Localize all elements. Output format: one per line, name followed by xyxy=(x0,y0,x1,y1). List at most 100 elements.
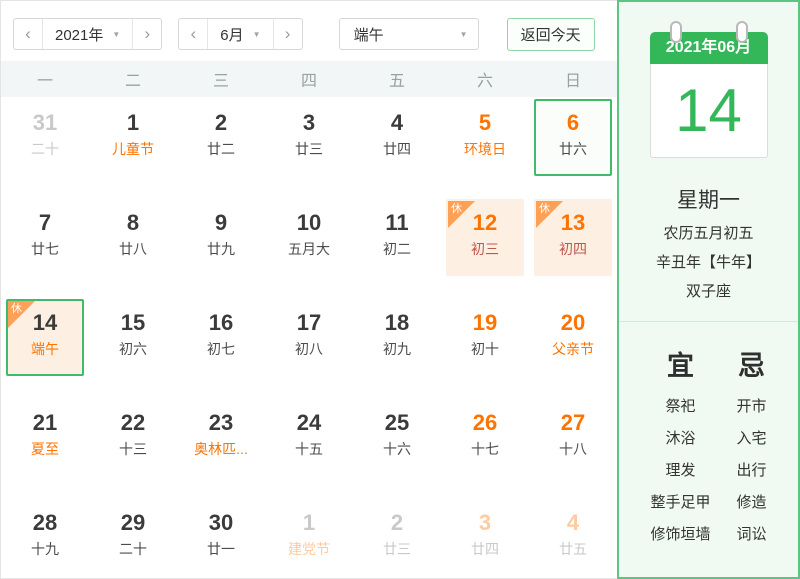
day-lunar-label: 初二 xyxy=(360,240,434,258)
day-cell[interactable]: 20父亲节 xyxy=(529,297,617,397)
day-cell[interactable]: 17 初八 xyxy=(265,297,353,397)
day-number: 3 xyxy=(448,510,522,536)
suitable-item: 沐浴 xyxy=(650,423,710,455)
day-cell[interactable]: 9 廿九 xyxy=(177,197,265,297)
day-lunar-label: 初六 xyxy=(96,340,170,358)
day-lunar-label: 初四 xyxy=(536,240,610,258)
year-select[interactable]: 2021年 ▼ xyxy=(43,19,132,49)
day-cell[interactable]: 休12初三 xyxy=(441,197,529,297)
day-cell[interactable]: 8廿八 xyxy=(89,197,177,297)
day-number: 11 xyxy=(360,210,434,236)
day-cell[interactable]: 5环境日 xyxy=(441,97,529,197)
avoid-item: 入宅 xyxy=(737,423,767,455)
day-cell[interactable]: 28 十九 xyxy=(1,497,89,579)
month-value: 6月 xyxy=(220,24,243,45)
day-lunar-label: 廿四 xyxy=(360,140,434,158)
month-select[interactable]: 6月 ▼ xyxy=(208,19,272,49)
day-cell[interactable]: 18初九 xyxy=(353,297,441,397)
card-day-number: 14 xyxy=(650,64,768,158)
day-cell[interactable]: 27十八 xyxy=(529,397,617,497)
day-number: 4 xyxy=(360,110,434,136)
day-cell[interactable]: 11 初二 xyxy=(353,197,441,297)
suitable-item: 整手足甲 xyxy=(650,487,710,519)
day-number: 21 xyxy=(8,410,82,436)
day-lunar-label: 建党节 xyxy=(272,540,346,558)
day-cell[interactable]: 4廿五 xyxy=(529,497,617,579)
day-cell[interactable]: 休14端午 xyxy=(1,297,89,397)
day-cell[interactable]: 2廿二 xyxy=(177,97,265,197)
day-number: 25 xyxy=(360,410,434,436)
month-selector: ‹ 6月 ▼ › xyxy=(178,18,302,50)
day-number: 15 xyxy=(96,310,170,336)
suitable-column: 宜 祭祀沐浴理发整手足甲修饰垣墙 xyxy=(650,344,710,551)
day-cell[interactable]: 16初七 xyxy=(177,297,265,397)
day-cell[interactable]: 22十三 xyxy=(89,397,177,497)
day-lunar-label: 十七 xyxy=(448,440,522,458)
chevron-right-icon: › xyxy=(144,24,150,44)
festival-select[interactable]: 端午 ▼ xyxy=(339,18,479,50)
day-cell[interactable]: 24十五 xyxy=(265,397,353,497)
day-lunar-label: 十九 xyxy=(8,540,82,558)
chevron-down-icon: ▼ xyxy=(460,30,468,39)
day-number: 27 xyxy=(536,410,610,436)
day-cell[interactable]: 15 初六 xyxy=(89,297,177,397)
suitable-items: 祭祀沐浴理发整手足甲修饰垣墙 xyxy=(650,391,710,551)
day-cell[interactable]: 26十七 xyxy=(441,397,529,497)
day-number: 2 xyxy=(184,110,258,136)
avoid-item: 修造 xyxy=(737,487,767,519)
chevron-down-icon: ▼ xyxy=(253,30,261,39)
avoid-item: 词讼 xyxy=(737,519,767,551)
suitable-item: 理发 xyxy=(650,455,710,487)
day-number: 9 xyxy=(184,210,258,236)
chevron-left-icon: ‹ xyxy=(190,24,196,44)
day-lunar-label: 二十 xyxy=(96,540,170,558)
day-cell[interactable]: 2廿三 xyxy=(353,497,441,579)
day-cell[interactable]: 21夏至 xyxy=(1,397,89,497)
day-cell[interactable]: 10五月大 xyxy=(265,197,353,297)
day-cell[interactable]: 1 建党节 xyxy=(265,497,353,579)
day-number: 28 xyxy=(8,510,82,536)
day-cell[interactable]: 1儿童节 xyxy=(89,97,177,197)
day-cell[interactable]: 7廿七 xyxy=(1,197,89,297)
day-cell[interactable]: 3廿四 xyxy=(441,497,529,579)
calendar-pane: ‹ 2021年 ▼ › ‹ 6月 ▼ › 端午 ▼ 返回今天 xyxy=(0,0,617,579)
day-number: 1 xyxy=(272,510,346,536)
back-to-today-button[interactable]: 返回今天 xyxy=(507,18,595,51)
next-year-button[interactable]: › xyxy=(132,19,161,49)
chevron-down-icon: ▼ xyxy=(112,30,120,39)
day-lunar-label: 环境日 xyxy=(448,140,522,158)
prev-month-button[interactable]: ‹ xyxy=(179,19,208,49)
suitable-item: 祭祀 xyxy=(650,391,710,423)
day-number: 23 xyxy=(184,410,258,436)
day-cell[interactable]: 3廿三 xyxy=(265,97,353,197)
ganzhi-year-text: 辛丑年【牛年】 xyxy=(656,251,761,272)
date-card: 2021年06月 14 xyxy=(650,32,768,158)
day-cell[interactable]: 19初十 xyxy=(441,297,529,397)
day-cell[interactable]: 4 廿四 xyxy=(353,97,441,197)
next-month-button[interactable]: › xyxy=(273,19,302,49)
day-number: 30 xyxy=(184,510,258,536)
zodiac-text: 双子座 xyxy=(686,280,731,301)
calendar-app: ‹ 2021年 ▼ › ‹ 6月 ▼ › 端午 ▼ 返回今天 xyxy=(0,0,800,579)
weekday-label: 一 xyxy=(1,67,89,91)
weekday-label: 三 xyxy=(177,67,265,91)
day-lunar-label: 初八 xyxy=(272,340,346,358)
day-cell[interactable]: 23奥林匹... xyxy=(177,397,265,497)
day-cell[interactable]: 29二十 xyxy=(89,497,177,579)
day-lunar-label: 端午 xyxy=(8,340,82,358)
day-lunar-label: 廿九 xyxy=(184,240,258,258)
festival-value: 端午 xyxy=(354,24,384,45)
prev-year-button[interactable]: ‹ xyxy=(14,19,43,49)
day-number: 8 xyxy=(96,210,170,236)
day-cell[interactable]: 25十六 xyxy=(353,397,441,497)
year-selector: ‹ 2021年 ▼ › xyxy=(13,18,162,50)
day-cell[interactable]: 休13初四 xyxy=(529,197,617,297)
almanac-section: 宜 祭祀沐浴理发整手足甲修饰垣墙 忌 开市入宅出行修造词讼 xyxy=(650,344,766,551)
day-cell[interactable]: 31二十 xyxy=(1,97,89,197)
day-cell[interactable]: 30 廿一 xyxy=(177,497,265,579)
day-number: 17 xyxy=(272,310,346,336)
day-lunar-label: 廿一 xyxy=(184,540,258,558)
day-lunar-label: 父亲节 xyxy=(536,340,610,358)
day-cell[interactable]: 6廿六 xyxy=(529,97,617,197)
day-number: 19 xyxy=(448,310,522,336)
